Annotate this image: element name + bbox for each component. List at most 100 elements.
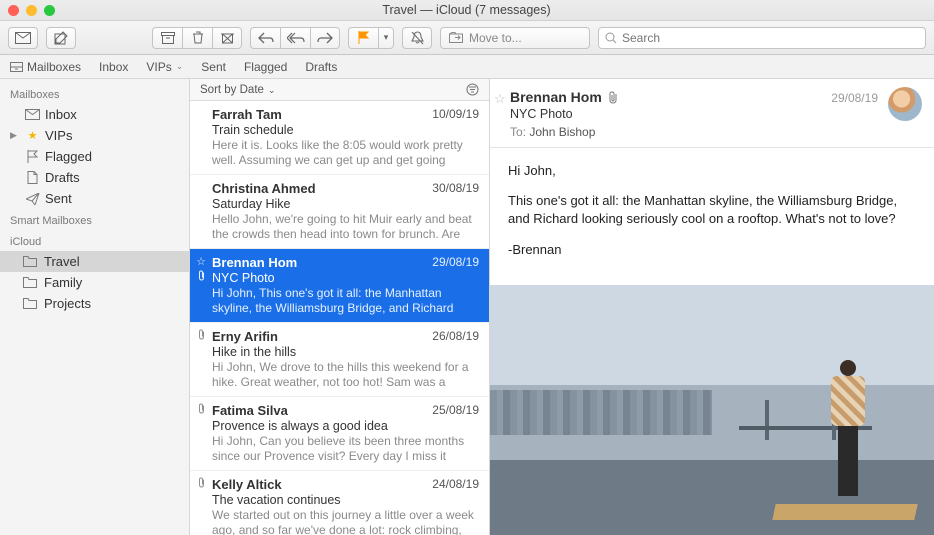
sidebar-item-family[interactable]: Family: [0, 272, 189, 293]
archive-button[interactable]: [152, 27, 182, 49]
sidebar-item-label: VIPs: [45, 128, 72, 143]
move-to-label: Move to...: [469, 31, 522, 45]
person-graphic: [824, 360, 872, 510]
row-date: 25/08/19: [432, 403, 479, 418]
message-row[interactable]: Farrah Tam10/09/19Train scheduleHere it …: [190, 101, 489, 175]
message-row[interactable]: Erny Arifin26/08/19Hike in the hillsHi J…: [190, 323, 489, 397]
message-row[interactable]: Fatima Silva 25/08/19Provence is always a…: [190, 397, 489, 471]
reply-all-button[interactable]: [280, 27, 310, 49]
zoom-window-button[interactable]: [44, 5, 55, 16]
filter-icon: [466, 83, 479, 96]
paperclip-icon: [197, 403, 206, 414]
paperclip-icon: [197, 270, 206, 281]
favbar-flagged-label: Flagged: [244, 60, 287, 74]
delete-button[interactable]: [182, 27, 212, 49]
message-row[interactable]: Christina Ahmed30/08/19Saturday HikeHell…: [190, 175, 489, 249]
row-preview: Hi John, This one's got it all: the Manh…: [212, 286, 479, 316]
junk-icon: [221, 31, 234, 44]
sidebar-item-vips[interactable]: ▶ ★ VIPs: [0, 125, 189, 146]
message-row[interactable]: ☆Brennan Hom29/08/19NYC PhotoHi John, Th…: [190, 249, 489, 323]
sidebar-item-sent[interactable]: Sent: [0, 188, 189, 209]
window-controls: [8, 5, 55, 16]
favbar-mailboxes[interactable]: Mailboxes: [10, 60, 81, 74]
favbar-mailboxes-label: Mailboxes: [27, 60, 81, 74]
move-to-icon: [449, 32, 463, 43]
sidebar-item-label: Inbox: [45, 107, 77, 122]
flag-icon: [25, 150, 40, 163]
trash-icon: [192, 31, 204, 44]
inbox-icon: [25, 109, 40, 120]
flag-button[interactable]: [348, 27, 378, 49]
row-preview: Hi John, Can you believe its been three …: [212, 434, 479, 464]
chevron-down-icon: ⌄: [176, 61, 184, 72]
sidebar-item-label: Travel: [44, 254, 80, 269]
document-icon: [25, 171, 40, 184]
reply-group: [250, 27, 340, 49]
favbar-flagged[interactable]: Flagged: [244, 60, 287, 74]
reply-icon: [258, 32, 274, 44]
row-from: Kelly Altick: [212, 477, 282, 492]
sidebar-item-label: Family: [44, 275, 82, 290]
favbar-vips-label: VIPs: [146, 60, 171, 74]
favorites-bar: Mailboxes Inbox VIPs ⌄ Sent Flagged Draft…: [0, 55, 934, 79]
row-gutter: [194, 329, 208, 340]
search-icon: [605, 32, 617, 44]
favbar-vips[interactable]: VIPs ⌄: [146, 60, 183, 74]
reader-to: To: John Bishop: [510, 125, 920, 139]
flag-menu-button[interactable]: ▾: [378, 27, 394, 49]
sidebar-header-smart: Smart Mailboxes: [0, 209, 189, 230]
minimize-window-button[interactable]: [26, 5, 37, 16]
row-from: Fatima Silva: [212, 403, 288, 418]
body-greeting: Hi John,: [508, 162, 916, 180]
sidebar-item-flagged[interactable]: Flagged: [0, 146, 189, 167]
reply-button[interactable]: [250, 27, 280, 49]
junk-button[interactable]: [212, 27, 242, 49]
get-mail-button[interactable]: [8, 27, 38, 49]
favbar-inbox[interactable]: Inbox: [99, 60, 128, 74]
favbar-drafts[interactable]: Drafts: [305, 60, 337, 74]
sidebar-item-travel[interactable]: Travel: [0, 251, 189, 272]
row-date: 29/08/19: [432, 255, 479, 270]
row-date: 30/08/19: [432, 181, 479, 196]
reader-header: ☆ Brennan Hom 29/08/19 NYC Photo To: Joh…: [490, 79, 934, 148]
disclosure-icon[interactable]: ▶: [10, 130, 20, 141]
sidebar-item-inbox[interactable]: Inbox: [0, 104, 189, 125]
message-row[interactable]: Kelly Altick24/08/19The vacation continu…: [190, 471, 489, 535]
sidebar-item-label: Projects: [44, 296, 91, 311]
row-preview: Here it is. Looks like the 8:05 would wo…: [212, 138, 479, 168]
sort-button[interactable]: Sort by Date⌄: [200, 84, 275, 96]
row-subject: Saturday Hike: [212, 197, 479, 211]
folder-icon: [22, 277, 37, 288]
row-subject: Train schedule: [212, 123, 479, 137]
body-sign: -Brennan: [508, 241, 916, 259]
sidebar: Mailboxes Inbox ▶ ★ VIPs Flagged Drafts …: [0, 79, 190, 535]
to-label: To:: [510, 125, 526, 139]
move-to-button[interactable]: Move to...: [440, 27, 590, 49]
flag-icon: [358, 31, 370, 44]
search-input[interactable]: [622, 31, 919, 45]
archive-icon: [161, 32, 175, 44]
avatar: [888, 87, 922, 121]
favbar-sent[interactable]: Sent: [201, 60, 226, 74]
mute-button[interactable]: [402, 27, 432, 49]
sidebar-item-label: Drafts: [45, 170, 80, 185]
window-title: Travel — iCloud (7 messages): [55, 3, 878, 17]
message-list: Sort by Date⌄ Farrah Tam10/09/19Train sc…: [190, 79, 490, 535]
close-window-button[interactable]: [8, 5, 19, 16]
sidebar-item-projects[interactable]: Projects: [0, 293, 189, 314]
sidebar-header-icloud: iCloud: [0, 230, 189, 251]
filter-button[interactable]: [466, 83, 479, 96]
attachment-image[interactable]: [490, 285, 934, 535]
reader-pane: ☆ Brennan Hom 29/08/19 NYC Photo To: Joh…: [490, 79, 934, 535]
sidebar-item-label: Flagged: [45, 149, 92, 164]
star-outline-icon[interactable]: ☆: [494, 91, 506, 107]
compose-button[interactable]: [46, 27, 76, 49]
sidebar-item-drafts[interactable]: Drafts: [0, 167, 189, 188]
search-field[interactable]: [598, 27, 926, 49]
sidebar-item-label: Sent: [45, 191, 72, 206]
row-date: 24/08/19: [432, 477, 479, 492]
toolbar: ▾ Move to...: [0, 21, 934, 55]
row-date: 10/09/19: [432, 107, 479, 122]
forward-button[interactable]: [310, 27, 340, 49]
row-subject: Provence is always a good idea: [212, 419, 479, 433]
